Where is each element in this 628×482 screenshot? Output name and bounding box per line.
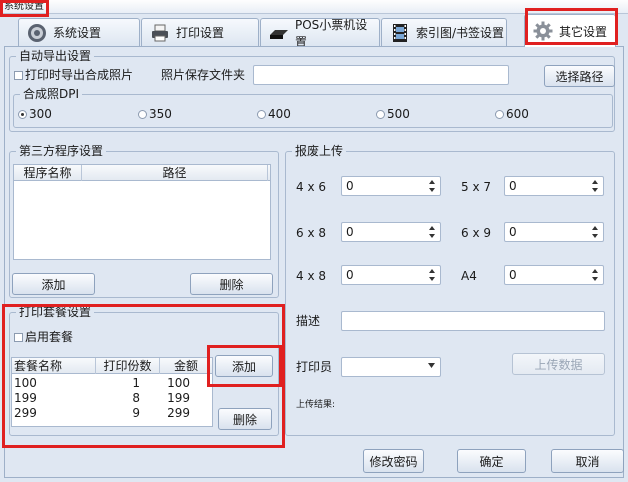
- tab-system-settings[interactable]: 系统设置: [18, 18, 140, 46]
- upload-data-button[interactable]: 上传数据: [512, 353, 605, 375]
- dpi-option-label: 500: [387, 107, 410, 121]
- package-name: 100: [14, 376, 37, 390]
- group-title: 报废上传: [292, 144, 347, 158]
- export-composite-label: 打印时导出合成照片: [25, 68, 134, 82]
- choose-path-button[interactable]: 选择路径: [544, 65, 615, 87]
- size-6x9-spinner[interactable]: 0: [504, 222, 604, 242]
- change-password-button[interactable]: 修改密码: [363, 449, 424, 473]
- size-label: 4 x 8: [296, 269, 326, 283]
- spinner-value: 0: [509, 225, 517, 239]
- dpi-option-label: 300: [29, 107, 52, 121]
- enable-package-label: 启用套餐: [25, 330, 74, 344]
- spinner-arrows-icon[interactable]: [591, 179, 599, 193]
- package-name: 199: [14, 391, 37, 405]
- spinner-value: 0: [346, 268, 354, 282]
- cancel-button[interactable]: 取消: [551, 449, 624, 473]
- spinner-value: 0: [509, 179, 517, 193]
- table-header: 套餐名称 打印份数 金额: [12, 358, 212, 374]
- save-folder-input[interactable]: [253, 65, 509, 85]
- size-a4-spinner[interactable]: 0: [504, 265, 604, 285]
- description-label: 描述: [296, 314, 321, 328]
- size-4x6-spinner[interactable]: 0: [341, 176, 441, 196]
- group-title: 自动导出设置: [16, 49, 95, 63]
- table-row[interactable]: 100 1 100: [12, 376, 212, 391]
- spinner-value: 0: [509, 268, 517, 282]
- dpi-radio-300[interactable]: [18, 110, 27, 119]
- dpi-option-label: 400: [268, 107, 291, 121]
- tab-other-settings[interactable]: 其它设置: [524, 14, 616, 47]
- tab-strip: 系统设置 打印设置 POS小票机设置 索引图/书签设置 其它设置: [4, 14, 624, 49]
- film-strip-icon: [393, 23, 407, 42]
- dpi-radio-400[interactable]: [257, 110, 266, 119]
- column-header[interactable]: 金额: [160, 358, 212, 374]
- size-label: 6 x 9: [461, 226, 491, 240]
- size-6x8-spinner[interactable]: 0: [341, 222, 441, 242]
- package-amount: 100: [167, 376, 190, 390]
- group-title: 合成照DPI: [20, 87, 83, 101]
- package-delete-button[interactable]: 删除: [218, 408, 272, 430]
- tab-label: 索引图/书签设置: [416, 26, 505, 40]
- package-copies: 8: [132, 391, 140, 405]
- size-label: A4: [461, 269, 477, 283]
- column-header[interactable]: 路径: [82, 165, 268, 181]
- gear-icon: [533, 21, 553, 41]
- spinner-arrows-icon[interactable]: [428, 268, 436, 282]
- size-label: 4 x 6: [296, 180, 326, 194]
- package-table[interactable]: 套餐名称 打印份数 金额 100 1 100 199 8 199 299 9 2…: [11, 357, 213, 427]
- tab-label: 打印设置: [176, 26, 225, 40]
- printer-operator-select[interactable]: [341, 357, 441, 377]
- column-header[interactable]: 程序名称: [14, 165, 82, 181]
- spinner-value: 0: [346, 225, 354, 239]
- group-title: 第三方程序设置: [16, 144, 107, 158]
- printer-operator-label: 打印员: [296, 360, 333, 374]
- spinner-arrows-icon[interactable]: [428, 225, 436, 239]
- spinner-arrows-icon[interactable]: [591, 268, 599, 282]
- column-header[interactable]: 套餐名称: [12, 358, 96, 374]
- size-label: 6 x 8: [296, 226, 326, 240]
- spinner-arrows-icon[interactable]: [428, 179, 436, 193]
- third-party-delete-button[interactable]: 删除: [190, 273, 273, 295]
- package-add-button[interactable]: 添加: [215, 355, 273, 377]
- size-label: 5 x 7: [461, 180, 491, 194]
- upload-result-label: 上传结果:: [296, 400, 336, 410]
- third-party-add-button[interactable]: 添加: [12, 273, 95, 295]
- table-header: 程序名称 路径: [14, 165, 270, 181]
- dpi-option-label: 600: [506, 107, 529, 121]
- tab-pos-printer-settings[interactable]: POS小票机设置: [260, 18, 380, 49]
- tab-index-bookmark-settings[interactable]: 索引图/书签设置: [381, 18, 507, 46]
- dpi-radio-500[interactable]: [376, 110, 385, 119]
- title-bar: 系统设置: [0, 0, 628, 14]
- receipt-printer-icon: [270, 29, 288, 39]
- printer-icon: [152, 24, 168, 41]
- third-party-table[interactable]: 程序名称 路径: [13, 164, 271, 260]
- save-folder-label: 照片保存文件夹: [161, 68, 246, 82]
- spinner-arrows-icon[interactable]: [591, 225, 599, 239]
- table-row[interactable]: 299 9 299: [12, 406, 212, 421]
- enable-package-checkbox[interactable]: [14, 333, 23, 342]
- table-row[interactable]: 199 8 199: [12, 391, 212, 406]
- description-input[interactable]: [341, 311, 605, 331]
- dpi-radio-600[interactable]: [495, 110, 504, 119]
- size-4x8-spinner[interactable]: 0: [341, 265, 441, 285]
- window-title: 系统设置: [4, 1, 44, 12]
- size-5x7-spinner[interactable]: 0: [504, 176, 604, 196]
- package-amount: 299: [167, 406, 190, 420]
- column-header[interactable]: 打印份数: [96, 358, 160, 374]
- package-copies: 9: [132, 406, 140, 420]
- gear-disc-icon: [28, 23, 46, 42]
- export-composite-checkbox[interactable]: [14, 71, 23, 80]
- package-copies: 1: [132, 376, 140, 390]
- ok-button[interactable]: 确定: [457, 449, 526, 473]
- dpi-radio-350[interactable]: [138, 110, 147, 119]
- tab-label: 系统设置: [53, 26, 102, 40]
- chevron-down-icon: [428, 363, 435, 368]
- dpi-option-label: 350: [149, 107, 172, 121]
- tab-print-settings[interactable]: 打印设置: [141, 18, 259, 46]
- package-name: 299: [14, 406, 37, 420]
- tab-label: POS小票机设置: [295, 17, 368, 49]
- package-amount: 199: [167, 391, 190, 405]
- tab-label: 其它设置: [559, 24, 608, 39]
- spinner-value: 0: [346, 179, 354, 193]
- group-title: 打印套餐设置: [16, 305, 95, 319]
